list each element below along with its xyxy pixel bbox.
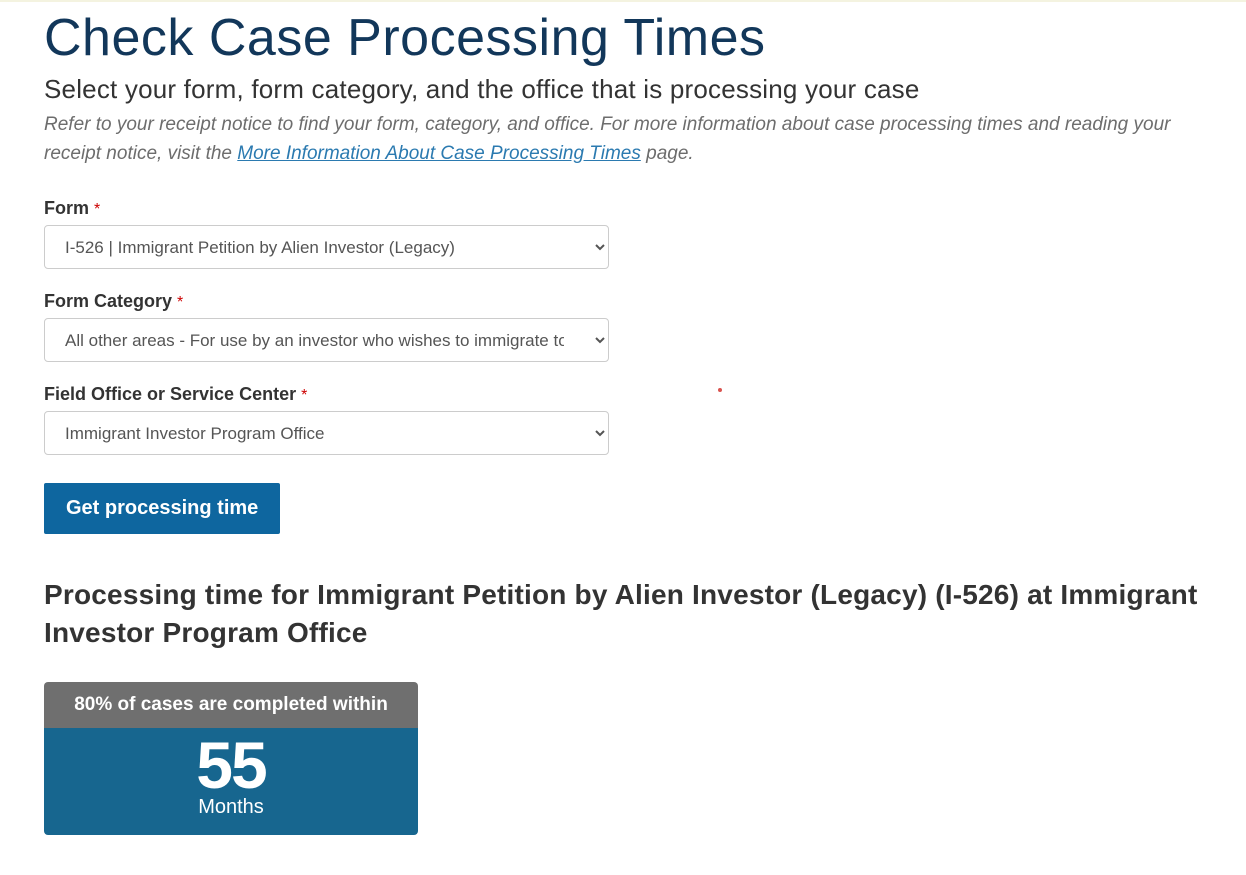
result-unit: Months: [54, 796, 408, 819]
form-select[interactable]: I-526 | Immigrant Petition by Alien Inve…: [44, 225, 609, 269]
helper-suffix: page.: [641, 143, 694, 164]
required-mark: *: [177, 294, 183, 311]
get-processing-time-button[interactable]: Get processing time: [44, 483, 280, 534]
page-title: Check Case Processing Times: [44, 2, 1202, 68]
result-number: 55: [54, 732, 408, 798]
more-info-link[interactable]: More Information About Case Processing T…: [237, 143, 641, 164]
office-select[interactable]: Immigrant Investor Program Office: [44, 411, 609, 455]
helper-text: Refer to your receipt notice to find you…: [44, 111, 1202, 168]
category-label: Form Category *: [44, 291, 1202, 312]
required-mark: *: [94, 201, 100, 218]
result-card-body: 55 Months: [44, 728, 418, 835]
decorative-dot: [718, 388, 722, 392]
page-subtitle: Select your form, form category, and the…: [44, 74, 1202, 105]
result-card-head: 80% of cases are completed within: [44, 682, 418, 728]
result-card: 80% of cases are completed within 55 Mon…: [44, 682, 418, 835]
required-mark: *: [301, 387, 307, 404]
category-select[interactable]: All other areas - For use by an investor…: [44, 318, 609, 362]
form-label: Form *: [44, 198, 1202, 219]
office-label: Field Office or Service Center *: [44, 384, 1202, 405]
result-heading: Processing time for Immigrant Petition b…: [44, 576, 1202, 652]
